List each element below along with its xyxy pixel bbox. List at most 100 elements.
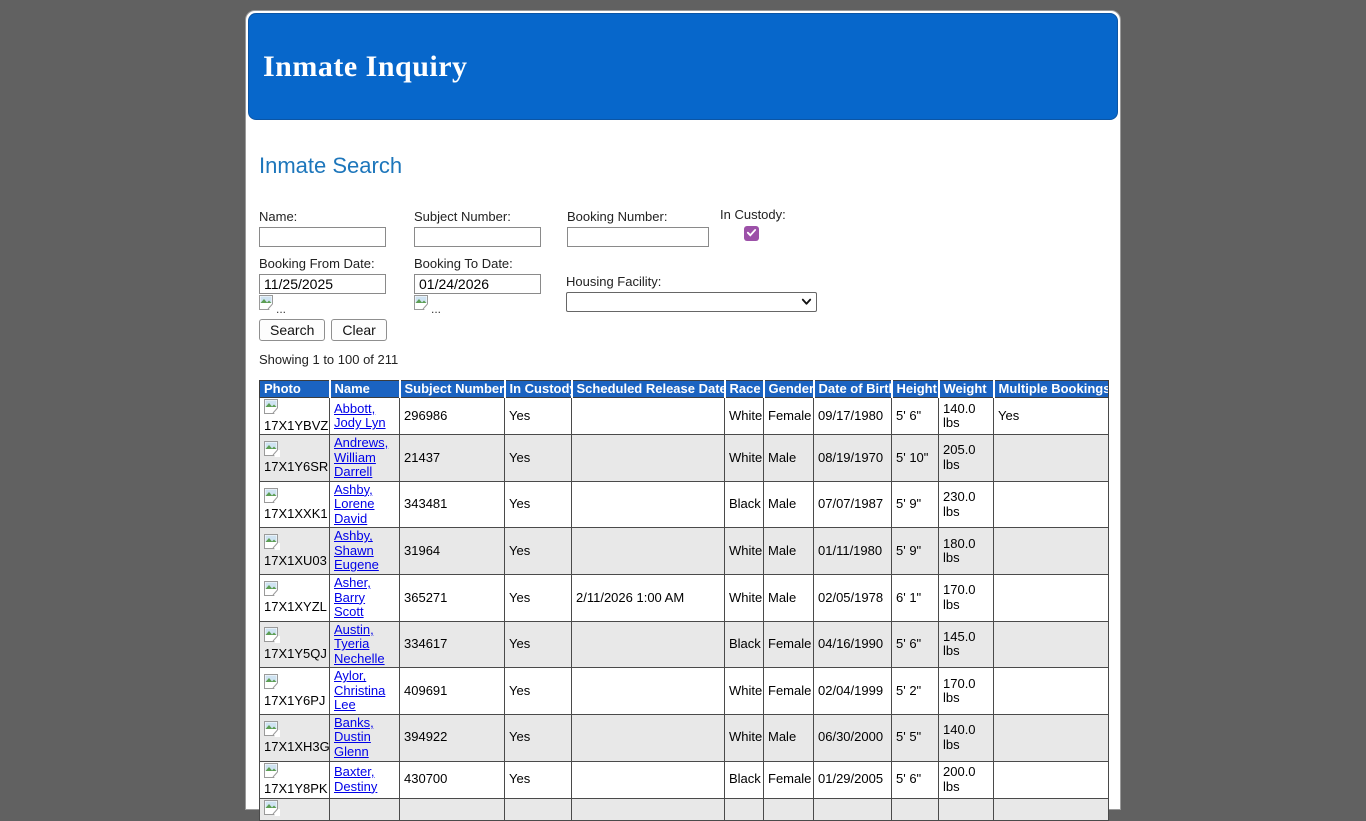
inmate-photo-cell: 17X1Y8PK xyxy=(260,761,330,798)
scheduled-release-cell: 2/11/2026 1:00 AM xyxy=(572,575,725,622)
search-button[interactable]: Search xyxy=(259,319,325,341)
booking-to-label: Booking To Date: xyxy=(414,256,541,271)
photo-alt-text: 17X1XYZL xyxy=(264,600,325,615)
inmate-name-cell: Baxter, Destiny xyxy=(330,761,400,798)
inmate-photo-cell: 17X1XU03 xyxy=(260,528,330,575)
weight-cell: 170.0 lbs xyxy=(939,668,994,715)
inmate-name-link[interactable]: Ashby, Shawn Eugene xyxy=(334,528,379,572)
date-of-birth-cell: 06/30/2000 xyxy=(814,714,892,761)
inmate-photo-cell: 17X1XH3G xyxy=(260,714,330,761)
booking-to-input[interactable] xyxy=(414,274,541,294)
name-input[interactable] xyxy=(259,227,386,247)
broken-image-icon xyxy=(414,295,430,314)
inmate-name-cell: Abbott, Jody Lyn xyxy=(330,398,400,435)
height-cell: 5' 5" xyxy=(892,714,939,761)
inmate-name-cell: Austin, Tyeria Nechelle xyxy=(330,621,400,668)
table-row: 17X1XYZLAsher, Barry Scott365271Yes2/11/… xyxy=(260,575,1109,622)
housing-facility-label: Housing Facility: xyxy=(566,274,817,289)
inmate-photo-cell xyxy=(260,798,330,821)
booking-to-calendar-button[interactable]: ... xyxy=(414,296,541,314)
subject-number-cell: 31964 xyxy=(400,528,505,575)
scheduled-release-cell xyxy=(572,761,725,798)
inmate-name-cell: Ashby, Lorene David xyxy=(330,481,400,528)
col-header-weight: Weight xyxy=(939,381,994,398)
booking-number-input[interactable] xyxy=(567,227,709,247)
inmate-name-cell: Aylor, Christina Lee xyxy=(330,668,400,715)
col-header-name: Name xyxy=(330,381,400,398)
clear-button[interactable]: Clear xyxy=(331,319,386,341)
photo-alt-text: 17X1XXK1 xyxy=(264,507,325,522)
in-custody-cell: Yes xyxy=(505,435,572,482)
height-cell: 5' 6" xyxy=(892,761,939,798)
booking-from-input[interactable] xyxy=(259,274,386,294)
subject-number-cell: 334617 xyxy=(400,621,505,668)
broken-image-icon xyxy=(259,295,275,314)
housing-facility-select[interactable] xyxy=(566,292,817,312)
inmate-photo-cell: 17X1Y5QJ xyxy=(260,621,330,668)
weight-cell: 140.0 lbs xyxy=(939,398,994,435)
page-header-banner: Inmate Inquiry xyxy=(248,13,1118,120)
inmate-photo-cell: 17X1YBVZ xyxy=(260,398,330,435)
gender-cell xyxy=(764,798,814,821)
subject-number-cell xyxy=(400,798,505,821)
broken-image-icon xyxy=(264,538,280,553)
inmate-name-link[interactable]: Asher, Barry Scott xyxy=(334,575,371,619)
table-row: 17X1Y6SRAndrews, William Darrell21437Yes… xyxy=(260,435,1109,482)
subject-number-cell: 409691 xyxy=(400,668,505,715)
height-cell: 5' 10" xyxy=(892,435,939,482)
broken-image-icon xyxy=(264,678,280,693)
inmate-name-link[interactable]: Aylor, Christina Lee xyxy=(334,668,385,712)
height-cell: 5' 2" xyxy=(892,668,939,715)
in-custody-cell: Yes xyxy=(505,761,572,798)
photo-alt-text: 17X1Y5QJ xyxy=(264,647,325,662)
col-header-multiple-bookings: Multiple Bookings xyxy=(994,381,1109,398)
inmate-name-link[interactable]: Abbott, Jody Lyn xyxy=(334,401,386,431)
col-header-scheduled-release-date: Scheduled Release Date xyxy=(572,381,725,398)
inmate-name-link[interactable]: Banks, Dustin Glenn xyxy=(334,715,374,759)
gender-cell: Female xyxy=(764,668,814,715)
weight-cell: 180.0 lbs xyxy=(939,528,994,575)
table-row: 17X1Y8PKBaxter, Destiny430700YesBlackFem… xyxy=(260,761,1109,798)
col-header-height: Height xyxy=(892,381,939,398)
inmate-inquiry-panel: Inmate Inquiry Inmate Search Name: Subje… xyxy=(245,10,1121,810)
inmate-photo-cell: 17X1XYZL xyxy=(260,575,330,622)
inmate-name-link[interactable]: Baxter, Destiny xyxy=(334,764,377,794)
booking-from-calendar-button[interactable]: ... xyxy=(259,296,386,314)
height-cell: 5' 9" xyxy=(892,528,939,575)
weight-cell: 145.0 lbs xyxy=(939,621,994,668)
scheduled-release-cell xyxy=(572,714,725,761)
date-of-birth-cell xyxy=(814,798,892,821)
subject-number-input[interactable] xyxy=(414,227,541,247)
multiple-bookings-cell xyxy=(994,575,1109,622)
in-custody-cell: Yes xyxy=(505,668,572,715)
gender-cell: Female xyxy=(764,621,814,668)
scheduled-release-cell xyxy=(572,481,725,528)
in-custody-checkbox[interactable] xyxy=(744,226,759,241)
subject-number-cell: 21437 xyxy=(400,435,505,482)
gender-cell: Male xyxy=(764,528,814,575)
gender-cell: Female xyxy=(764,761,814,798)
subject-number-cell: 394922 xyxy=(400,714,505,761)
inmate-name-cell: Andrews, William Darrell xyxy=(330,435,400,482)
table-row xyxy=(260,798,1109,821)
race-cell: White xyxy=(725,398,764,435)
calendar-button-alt-text: ... xyxy=(431,304,441,314)
inmate-results-table: Photo Name Subject Number In Custody Sch… xyxy=(259,380,1109,821)
inmate-name-link[interactable]: Ashby, Lorene David xyxy=(334,482,374,526)
subject-number-cell: 430700 xyxy=(400,761,505,798)
gender-cell: Male xyxy=(764,714,814,761)
race-cell: White xyxy=(725,575,764,622)
checkbox-check-icon xyxy=(746,226,757,241)
calendar-button-alt-text: ... xyxy=(276,304,286,314)
col-header-photo: Photo xyxy=(260,381,330,398)
inmate-name-link[interactable]: Austin, Tyeria Nechelle xyxy=(334,622,385,666)
date-of-birth-cell: 09/17/1980 xyxy=(814,398,892,435)
race-cell xyxy=(725,798,764,821)
inmate-name-link[interactable]: Andrews, William Darrell xyxy=(334,435,388,479)
race-cell: White xyxy=(725,528,764,575)
col-header-date-of-birth: Date of Birth xyxy=(814,381,892,398)
inmate-name-cell: Ashby, Shawn Eugene xyxy=(330,528,400,575)
in-custody-cell xyxy=(505,798,572,821)
height-cell: 5' 6" xyxy=(892,398,939,435)
table-row: 17X1XU03Ashby, Shawn Eugene31964YesWhite… xyxy=(260,528,1109,575)
